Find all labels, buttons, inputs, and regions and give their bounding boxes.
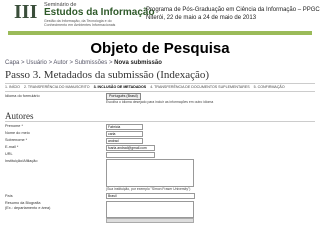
affiliation-label: Instituição/Afiliação xyxy=(5,159,38,163)
first-name-label: Prenome * xyxy=(5,124,23,128)
bio-editor-toolbar[interactable] xyxy=(106,218,194,223)
authors-divider xyxy=(5,121,315,122)
breadcrumb-capa[interactable]: Capa xyxy=(5,60,19,66)
affiliation-hint: (Sua instituição, por exemplo "Simon Fra… xyxy=(106,187,191,191)
step-3-current: 3. INCLUSÃO DE METADADOS xyxy=(93,85,147,89)
page-title: Passo 3. Metadados da submissão (Indexaç… xyxy=(5,69,210,81)
breadcrumb-submissoes[interactable]: Submissões xyxy=(75,60,108,66)
middle-name-field[interactable]: carla xyxy=(106,131,143,137)
step-5[interactable]: 5. CONFIRMAÇÃO xyxy=(254,85,285,89)
logo-subtitle-line2: Conhecimento em Ambientes Informacionais xyxy=(44,23,116,27)
language-label: Idioma do formulário xyxy=(5,94,40,98)
slide-title: Objeto de Pesquisa xyxy=(90,40,230,57)
submission-screenshot: Capa > Usuário > Autor > Submissões > No… xyxy=(2,58,318,240)
step-2[interactable]: 2. TRANSFERÊNCIA DO MANUSCRITO xyxy=(24,85,90,89)
step-4[interactable]: 4. TRANSFERÊNCIA DE DOCUMENTOS SUPLEMENT… xyxy=(150,85,249,89)
breadcrumb-separator: > xyxy=(69,60,73,66)
bio-textarea[interactable] xyxy=(106,201,194,218)
program-line-2: Niterói, 22 de maio a 24 de maio de 2013 xyxy=(146,15,257,21)
middle-name-label: Nome do meio xyxy=(5,131,30,135)
email-field[interactable]: fcarla.andrad@gmail.com xyxy=(106,145,155,151)
program-info: Programa de Pós-Graduação em Ciência da … xyxy=(146,6,320,22)
first-name-field[interactable]: Fabrícia xyxy=(106,124,143,130)
breadcrumb: Capa > Usuário > Autor > Submissões > No… xyxy=(5,60,162,66)
breadcrumb-current: Nova submissão xyxy=(114,60,162,66)
conference-logo: III Seminário de Estudos da Informação G… xyxy=(14,1,155,28)
logo-roman-numeral: III xyxy=(14,1,38,23)
breadcrumb-separator: > xyxy=(108,60,113,66)
bio-label: Resumo da Biografia xyxy=(5,201,41,205)
last-name-field[interactable]: andrad xyxy=(106,138,143,144)
step-1[interactable]: 1. INÍCIO xyxy=(5,85,20,89)
country-label: País xyxy=(5,194,13,198)
step-navigation: 1. INÍCIO 2. TRANSFERÊNCIA DO MANUSCRITO… xyxy=(5,83,315,92)
last-name-label: Sobrenome * xyxy=(5,138,28,142)
breadcrumb-usuario[interactable]: Usuário xyxy=(26,60,47,66)
affiliation-textarea[interactable] xyxy=(106,159,194,187)
program-line-1: Programa de Pós-Graduação em Ciência da … xyxy=(146,7,320,13)
breadcrumb-autor[interactable]: Autor xyxy=(53,60,67,66)
breadcrumb-separator: > xyxy=(21,60,25,66)
logo-brand-text: Estudos da Informação xyxy=(44,7,155,18)
conference-banner: III Seminário de Estudos da Informação G… xyxy=(0,0,320,30)
country-select[interactable]: Brasil xyxy=(106,193,195,199)
url-field[interactable] xyxy=(106,152,155,158)
language-hint: Escolha o idioma desejado para incluir a… xyxy=(106,100,214,104)
authors-heading: Autores xyxy=(5,111,34,121)
language-select[interactable]: Português (Brasil) xyxy=(106,93,141,100)
header-divider xyxy=(8,31,312,35)
email-label: E-mail * xyxy=(5,145,19,149)
bio-hint: (Ex.: departamento e área) xyxy=(5,206,51,210)
url-label: URL xyxy=(5,152,13,156)
breadcrumb-separator: > xyxy=(48,60,53,66)
